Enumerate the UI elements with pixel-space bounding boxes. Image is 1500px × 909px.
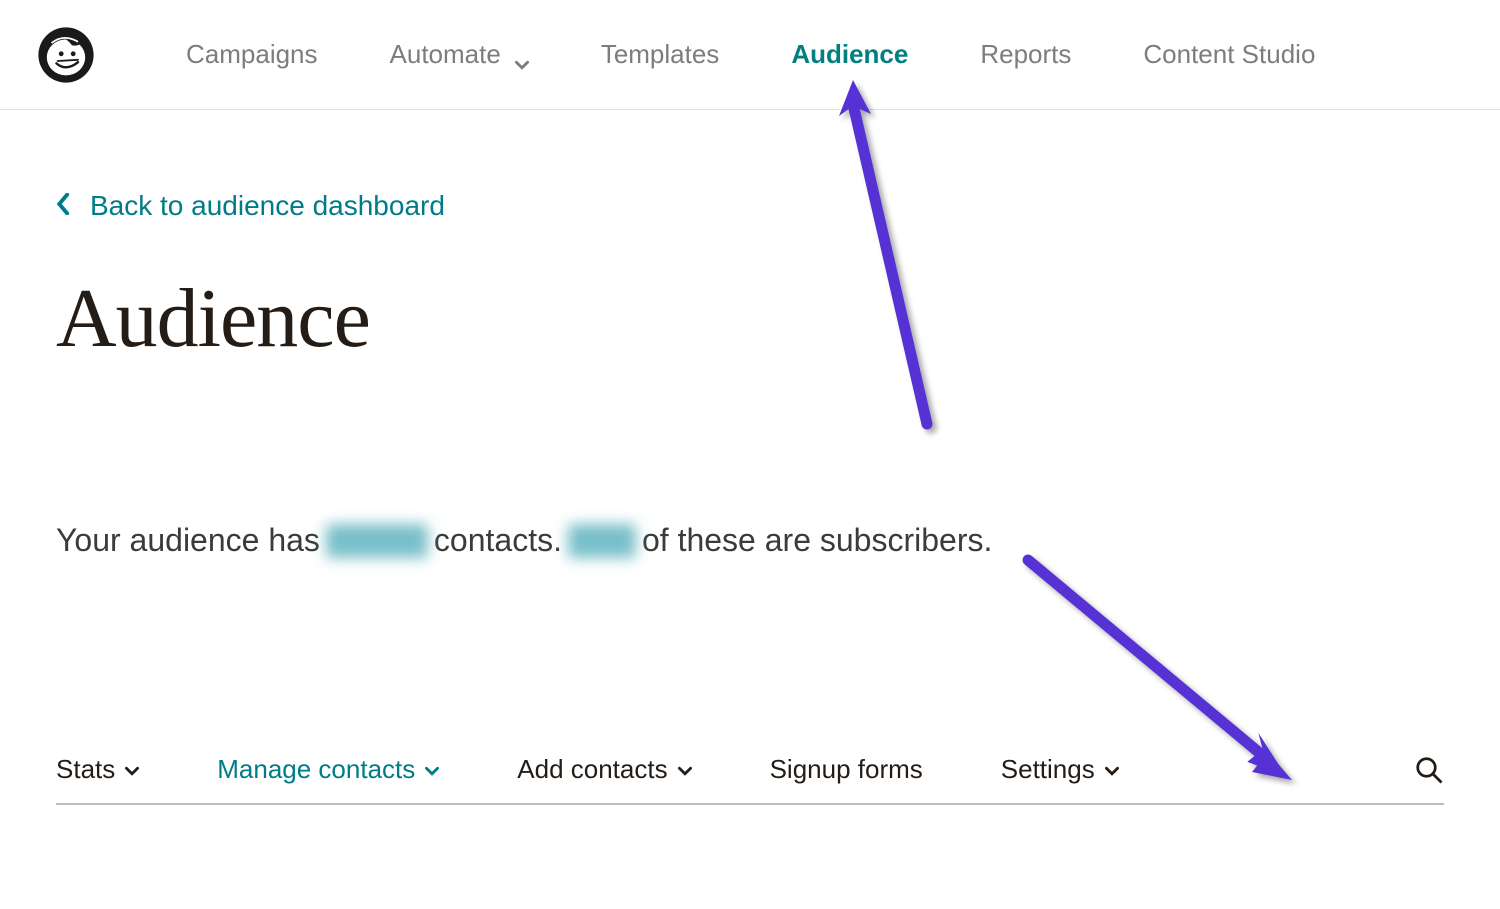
redacted-contacts-count bbox=[326, 524, 428, 558]
nav-item-campaigns[interactable]: Campaigns bbox=[186, 39, 318, 70]
subnav-item-settings[interactable]: Settings bbox=[1001, 754, 1119, 785]
nav-item-content-studio[interactable]: Content Studio bbox=[1143, 39, 1315, 70]
redacted-subscribers-count bbox=[568, 524, 636, 558]
nav-item-label: Automate bbox=[390, 39, 501, 70]
nav-item-reports[interactable]: Reports bbox=[980, 39, 1071, 70]
nav-item-automate[interactable]: Automate bbox=[390, 39, 529, 70]
nav-item-label: Templates bbox=[601, 39, 720, 70]
chevron-down-icon bbox=[515, 48, 529, 62]
subnav-item-manage-contacts[interactable]: Manage contacts bbox=[217, 754, 439, 785]
nav-item-templates[interactable]: Templates bbox=[601, 39, 720, 70]
subnav-item-stats[interactable]: Stats bbox=[56, 754, 139, 785]
subnav-item-label: Settings bbox=[1001, 754, 1095, 785]
chevron-down-icon bbox=[1105, 754, 1119, 785]
stat-prefix: Your audience has bbox=[56, 522, 320, 559]
subnav-item-signup-forms[interactable]: Signup forms bbox=[770, 754, 923, 785]
nav-item-label: Content Studio bbox=[1143, 39, 1315, 70]
chevron-left-icon bbox=[56, 190, 72, 222]
audience-sub-toolbar: Stats Manage contacts Add contacts Signu… bbox=[56, 754, 1444, 805]
back-link[interactable]: Back to audience dashboard bbox=[56, 190, 445, 222]
stat-mid: contacts. bbox=[434, 522, 562, 559]
subnav-item-label: Manage contacts bbox=[217, 754, 415, 785]
audience-stat-line: Your audience has contacts. of these are… bbox=[56, 522, 1444, 559]
back-link-label: Back to audience dashboard bbox=[90, 190, 445, 222]
chevron-down-icon bbox=[425, 754, 439, 785]
top-nav: Campaigns Automate Templates Audience Re… bbox=[0, 0, 1500, 110]
subnav-item-label: Stats bbox=[56, 754, 115, 785]
nav-links: Campaigns Automate Templates Audience Re… bbox=[186, 39, 1315, 70]
nav-item-label: Reports bbox=[980, 39, 1071, 70]
subnav-item-label: Signup forms bbox=[770, 754, 923, 785]
subnav-item-label: Add contacts bbox=[517, 754, 667, 785]
subnav-item-add-contacts[interactable]: Add contacts bbox=[517, 754, 691, 785]
page-title: Audience bbox=[56, 270, 1444, 367]
page-content: Back to audience dashboard Audience Your… bbox=[0, 110, 1500, 805]
chevron-down-icon bbox=[678, 754, 692, 785]
chevron-down-icon bbox=[125, 754, 139, 785]
nav-item-label: Campaigns bbox=[186, 39, 318, 70]
nav-item-label: Audience bbox=[791, 39, 908, 70]
nav-item-audience[interactable]: Audience bbox=[791, 39, 908, 70]
brand-logo[interactable] bbox=[36, 25, 96, 85]
stat-suffix: of these are subscribers. bbox=[642, 522, 992, 559]
search-button[interactable] bbox=[1414, 755, 1444, 785]
